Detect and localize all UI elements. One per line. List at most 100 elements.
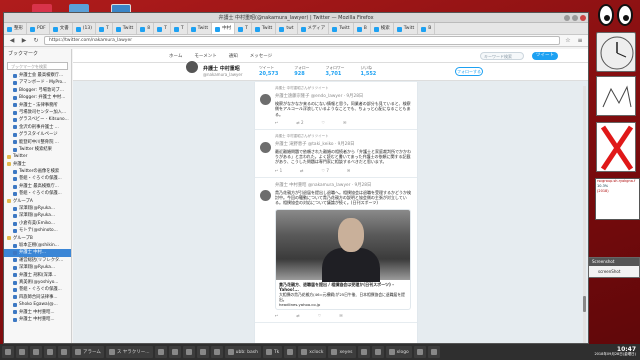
bookmark-item[interactable]: アマンボード - MyPro... <box>4 79 71 86</box>
tweet-avatar[interactable] <box>260 94 271 105</box>
retweet-icon[interactable]: ⇄ <box>296 313 299 318</box>
bookmark-item[interactable]: Blogger: 弓場敦司ブ... <box>4 87 71 94</box>
profile-name[interactable]: 弁護士 中村重昭 <box>203 65 240 72</box>
bookmark-item[interactable]: 弁護士 中村重昭... <box>4 316 71 323</box>
back-icon[interactable]: ◀ <box>8 37 16 45</box>
retweet-icon[interactable]: ⇄ <box>300 168 303 173</box>
bookmark-item[interactable]: 深澤翔(@Ryuka... <box>4 264 71 271</box>
bookmark-item[interactable]: Twitterの画像を検索 <box>4 168 71 175</box>
message-icon[interactable]: ✉ <box>343 120 346 125</box>
taskbar-button[interactable]: xlogo <box>385 346 412 358</box>
taskbar-button[interactable]: アラーム <box>72 346 104 358</box>
bookmark-item[interactable]: グラスベビー - Kitsuno... <box>4 116 71 123</box>
bookmark-item[interactable]: 弁護士会 最高検察庁... <box>4 72 71 79</box>
profile-stat[interactable]: ツイート 20,573 <box>259 65 278 77</box>
bookmark-item[interactable]: Shoko Egawa(@... <box>4 301 71 308</box>
browser-tab[interactable]: T <box>96 23 113 34</box>
browser-tab[interactable]: B <box>354 23 371 34</box>
bookmark-item[interactable]: 金沢の刑事弁護士 ... <box>4 124 71 131</box>
reload-icon[interactable]: ↻ <box>32 37 40 45</box>
browser-tab[interactable]: 整形 <box>4 23 27 34</box>
taskbar-app-icon[interactable] <box>371 346 384 358</box>
reply-icon[interactable]: ↩ <box>275 313 278 318</box>
taskbar-button[interactable]: xclock <box>298 346 327 358</box>
tweet-card[interactable]: 貴乃花親方、退職届を提出 / 相撲協会は受理か(日刊スポーツ) - Yahoo!… <box>275 208 411 310</box>
tweet-avatar[interactable] <box>260 141 271 153</box>
profile-stat[interactable]: フォロー 928 <box>294 65 309 77</box>
bookmark-item[interactable]: 巻組・ぐろぐの保護... <box>4 175 71 182</box>
nav-messages[interactable]: メッセージ <box>250 53 272 59</box>
like-icon[interactable]: ♡ <box>318 313 322 318</box>
bookmark-item[interactable]: 深澤翔(@Ryuka... <box>4 205 71 212</box>
minimize-icon[interactable] <box>564 15 570 21</box>
browser-tab[interactable]: Twitt <box>188 23 213 34</box>
follow-button[interactable]: フォローする <box>455 67 483 76</box>
bookmark-item[interactable]: 弓場敦司センター加入... <box>4 109 71 116</box>
sidebar-header[interactable]: ブックマーク <box>4 49 71 60</box>
bookmark-item[interactable]: 巻組・ぐろぐの保護... <box>4 286 71 293</box>
browser-tab[interactable]: twt <box>276 23 298 34</box>
nav-notifications[interactable]: 通知 <box>229 53 238 59</box>
nav-home[interactable]: ホーム <box>169 53 182 59</box>
profile-stat[interactable]: いいね 1,552 <box>360 65 376 77</box>
scrollbar-thumb[interactable] <box>583 296 586 312</box>
bookmark-item[interactable]: 四旅師合同法律事... <box>4 294 71 301</box>
bookmark-item[interactable]: 小倉有美(Emiko... <box>4 220 71 227</box>
bookmark-item[interactable]: 巻組・ぐろぐの保護... <box>4 190 71 197</box>
taskbar-app-icon[interactable] <box>16 346 28 358</box>
browser-tab[interactable]: 検索 <box>371 23 394 34</box>
taskbar-button[interactable]: xeyes <box>328 346 356 358</box>
browser-tab[interactable]: PDF <box>27 23 50 34</box>
like-icon[interactable]: ♡ <box>322 120 326 125</box>
bookmark-item[interactable]: 真美術(@yoshiyo... <box>4 279 71 286</box>
bookmark-item[interactable]: グループB <box>4 235 71 242</box>
taskbar-app-icon[interactable] <box>30 346 42 358</box>
taskbar-button[interactable]: ス ヤラクリー... <box>105 346 153 358</box>
taskbar-app-icon[interactable] <box>357 346 370 358</box>
bookmark-item[interactable]: Twitter <box>4 153 71 160</box>
bookmark-item[interactable]: Blogger: 弁護士 中村... <box>4 94 71 101</box>
start-menu-icon[interactable] <box>2 346 14 358</box>
browser-tab[interactable]: 中村 <box>212 23 236 34</box>
retweet-icon[interactable]: ⇄ 2 <box>296 120 303 125</box>
reply-icon[interactable]: ↩ <box>275 120 278 125</box>
screenshot-popup[interactable]: Screenshot screenShot <box>588 257 640 278</box>
bookmark-item[interactable]: 弁護士 中村重昭... <box>4 309 71 316</box>
taskbar-app-icon[interactable] <box>413 346 426 358</box>
taskbar-app-icon[interactable] <box>284 346 297 358</box>
bookmark-search-input[interactable]: ブックマークを検索 <box>7 62 68 70</box>
nav-moments[interactable]: モーメント <box>194 53 216 59</box>
bookmark-item[interactable]: グループA <box>4 198 71 205</box>
bookmark-item[interactable]: モトテ(@shinoto... <box>4 227 71 234</box>
maximize-icon[interactable] <box>572 15 578 21</box>
browser-tab[interactable]: メディア <box>298 23 330 34</box>
browser-tab[interactable]: Twitt <box>394 23 419 34</box>
taskbar-app-icon[interactable] <box>196 346 209 358</box>
bookmark-item[interactable]: 弁護士・法律事務所 <box>4 102 71 109</box>
bookmark-item[interactable]: 弁護士 <box>4 161 71 168</box>
taskbar-app-icon[interactable] <box>154 346 167 358</box>
popup-body[interactable]: screenShot <box>589 266 639 277</box>
tweet[interactable]: 弁護士 中村重昭さんがリツイート 弁護士遠藤宗隆子 @endo_lawyer · … <box>255 82 417 130</box>
tweet-avatar[interactable] <box>260 189 271 201</box>
bookmark-star-icon[interactable]: ☆ <box>564 37 572 45</box>
tweet[interactable]: 弁護士 中村重昭さんがリツイート 弁護士 滝野恵子 @taki_keiko · 9… <box>255 130 417 178</box>
browser-tab[interactable]: Twitt <box>329 23 354 34</box>
reply-icon[interactable]: ↩ 1 <box>275 168 282 173</box>
twitter-search-input[interactable]: キーワード検索 <box>480 52 524 60</box>
scrollbar[interactable] <box>583 86 586 343</box>
bookmark-item[interactable]: 弁護士 最高検察庁... <box>4 183 71 190</box>
bookmark-item[interactable]: 弁護士 刑和(深澤... <box>4 272 71 279</box>
menu-icon[interactable]: ≡ <box>576 37 584 45</box>
tweet-button[interactable]: ツイート <box>532 52 558 60</box>
browser-tab[interactable]: 文書 <box>50 23 73 34</box>
message-icon[interactable]: ✉ <box>339 313 342 318</box>
taskbar-button[interactable]: Tk <box>262 346 283 358</box>
browser-tab[interactable]: Twitt <box>113 23 138 34</box>
browser-tab[interactable]: 8 <box>137 23 155 34</box>
bookmark-item[interactable]: グラスタイルページ <box>4 131 71 138</box>
forward-icon[interactable]: ▶ <box>20 37 28 45</box>
close-icon[interactable] <box>580 15 586 21</box>
browser-tab[interactable]: B <box>418 23 436 34</box>
browser-tab[interactable]: (13) <box>73 23 97 34</box>
